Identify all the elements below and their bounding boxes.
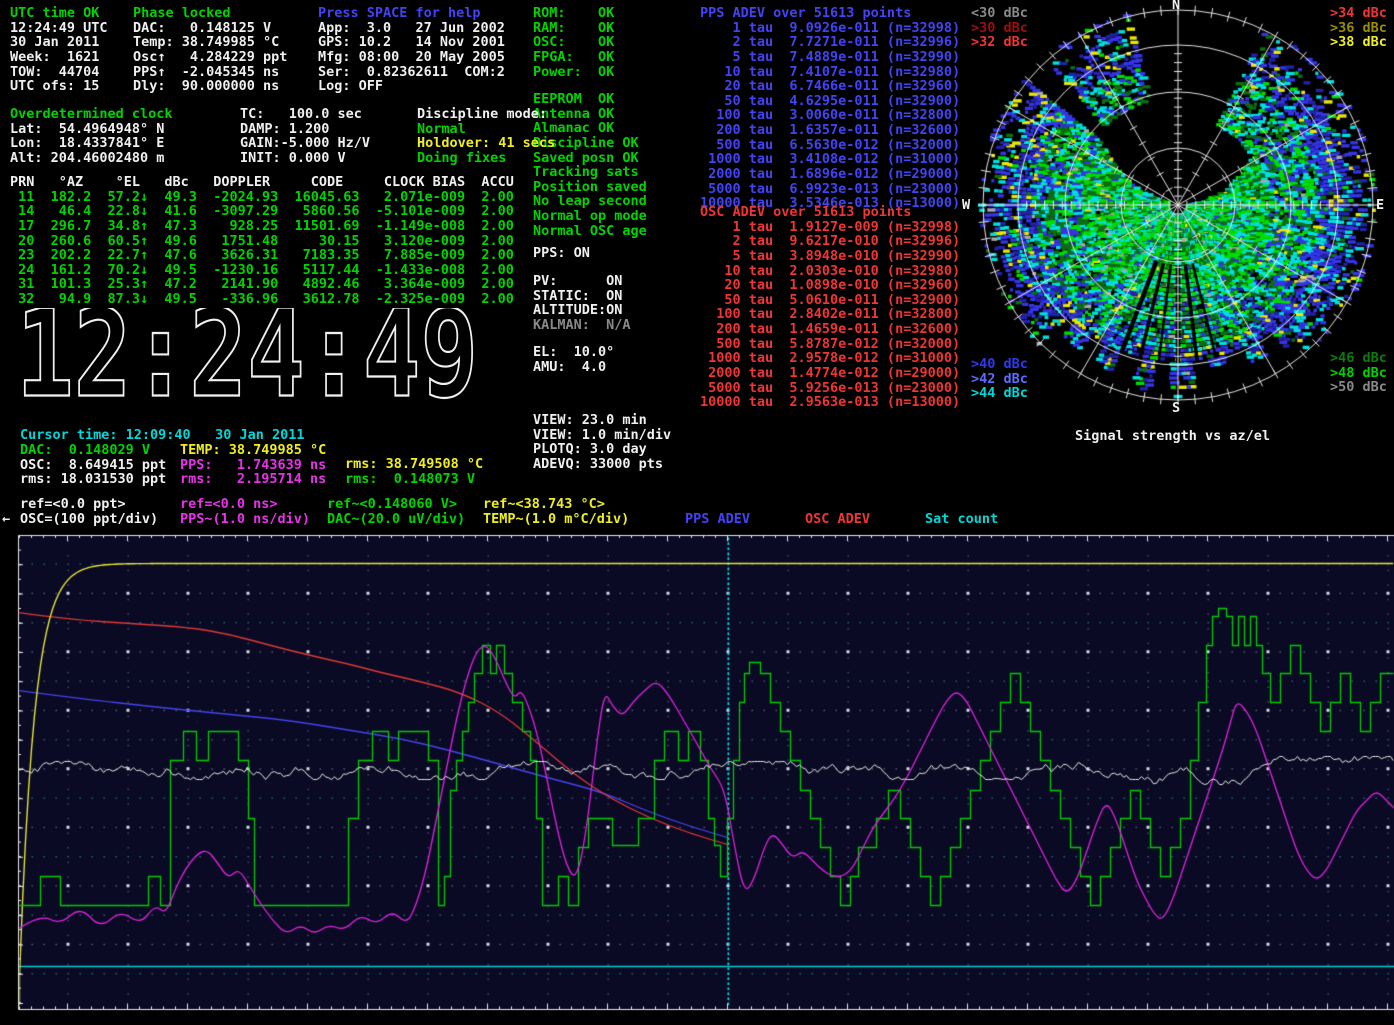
ref-osc: ref=<0.0 ppt>OSC=(100 ppt/div) bbox=[20, 497, 158, 526]
lady-heather-screen: UTC time OK12:24:49 UTC30 Jan 2011Week: … bbox=[0, 0, 1394, 1025]
polar-plot-title: Signal strength vs az/el bbox=[1075, 428, 1270, 444]
loop-params: TC: 100.0 secDAMP: 1.200GAIN:-5.000 Hz/V… bbox=[240, 107, 370, 166]
discipline-block: Discipline mode:NormalHoldover: 41 secsD… bbox=[417, 107, 555, 166]
view-settings: VIEW: 23.0 minVIEW: 1.0 min/divPLOTQ: 3.… bbox=[533, 413, 671, 472]
device-status: ROM: OKRAM: OKOSC: OKFPGA: OKPower: OK bbox=[533, 6, 614, 79]
compass-east-label: E bbox=[1376, 197, 1384, 213]
cursor-col-osc: DAC: 0.148029 VOSC: 8.649415 pptrms: 18.… bbox=[20, 443, 166, 487]
cursor-time: Cursor time: 12:09:40 30 Jan 2011 bbox=[20, 428, 304, 443]
history-plot-canvas[interactable] bbox=[0, 530, 1394, 1025]
ref-dac: ref~<0.148060 V>DAC~(20.0 uV/div) bbox=[327, 497, 465, 526]
pps-adev-table: PPS ADEV over 51613 points 1 tau 9.0926e… bbox=[700, 6, 960, 211]
label-sat-count: Sat count bbox=[925, 512, 998, 527]
utc-block: UTC time OK12:24:49 UTC30 Jan 2011Week: … bbox=[10, 6, 108, 94]
compass-south-label: S bbox=[1172, 400, 1180, 416]
digital-clock: 12:24:49 bbox=[14, 308, 494, 412]
help-block: Press SPACE for helpApp: 3.0 27 Jun 2002… bbox=[318, 6, 505, 94]
cursor-col-temp: rms: 38.749508 °Crms: 0.148073 V bbox=[345, 457, 483, 486]
digital-clock-digits: 12:24:49 bbox=[16, 308, 478, 412]
sat-table: PRN °AZ °EL dBc DOPPLER CODE CLOCK BIAS … bbox=[10, 175, 514, 307]
cursor-col-pps: TEMP: 38.749985 °CPPS: 1.743639 nsrms: 2… bbox=[180, 443, 326, 487]
ref-temp: ref~<38.743 °C>TEMP~(1.0 m°C/div) bbox=[483, 497, 629, 526]
osc-adev-table: OSC ADEV over 51613 points 1 tau 1.9127e… bbox=[700, 205, 960, 410]
phase-block: Phase lockedDAC: 0.148125 VTemp: 38.7499… bbox=[133, 6, 287, 94]
position-block: Overdetermined clockLat: 54.4964948° NLo… bbox=[10, 107, 173, 166]
compass-west-label: W bbox=[962, 197, 970, 213]
compass-north-label: N bbox=[1172, 0, 1180, 13]
scroll-arrow: ← bbox=[2, 512, 10, 527]
el-amu: EL: 10.0°AMU: 4.0 bbox=[533, 345, 614, 374]
pps-state: PPS: ON bbox=[533, 246, 590, 261]
label-osc-adev: OSC ADEV bbox=[805, 512, 870, 527]
signal-strength-polar-map bbox=[960, 0, 1394, 426]
ref-pps: ref=<0.0 ns>PPS~(1.0 ns/div) bbox=[180, 497, 310, 526]
label-pps-adev: PPS ADEV bbox=[685, 512, 750, 527]
fix-modes: PV: ONSTATIC: ONALTITUDE:ONKALMAN: N/A bbox=[533, 274, 631, 333]
